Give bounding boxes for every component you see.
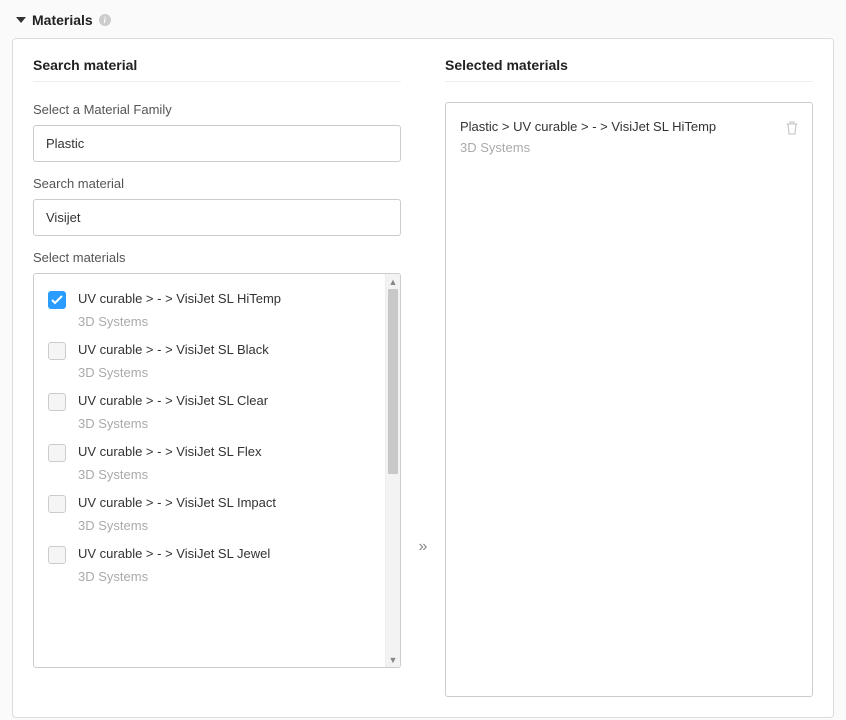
section-title: Materials [32,12,93,28]
material-vendor: 3D Systems [78,467,262,482]
list-item-text: UV curable > - > VisiJet SL Impact 3D Sys… [78,494,276,533]
search-column: Search material Select a Material Family… [33,57,401,697]
materials-listbox: UV curable > - > VisiJet SL HiTemp 3D Sys… [33,273,401,668]
checkbox[interactable] [48,393,66,411]
list-item-text: UV curable > - > VisiJet SL Flex 3D Syste… [78,443,262,482]
materials-panel: Search material Select a Material Family… [12,38,834,718]
scroll-up-icon[interactable]: ▲ [386,274,400,289]
family-label: Select a Material Family [33,102,401,117]
list-item[interactable]: UV curable > - > VisiJet SL Clear 3D Syst… [34,382,385,433]
checkbox[interactable] [48,444,66,462]
material-vendor: 3D Systems [78,416,268,431]
list-item-text: UV curable > - > VisiJet SL Clear 3D Syst… [78,392,268,431]
material-name: UV curable > - > VisiJet SL Clear [78,392,268,410]
list-item[interactable]: UV curable > - > VisiJet SL Flex 3D Syste… [34,433,385,484]
selected-material-name: Plastic > UV curable > - > VisiJet SL Hi… [460,119,716,134]
trash-icon[interactable] [786,121,798,138]
selected-listbox: Plastic > UV curable > - > VisiJet SL Hi… [445,102,813,697]
checkbox[interactable] [48,546,66,564]
material-vendor: 3D Systems [78,518,276,533]
checkbox[interactable] [48,342,66,360]
material-name: UV curable > - > VisiJet SL Jewel [78,545,270,563]
material-name: UV curable > - > VisiJet SL Impact [78,494,276,512]
search-input[interactable] [33,199,401,236]
section-header[interactable]: Materials i [0,0,846,38]
search-label: Search material [33,176,401,191]
list-item[interactable]: UV curable > - > VisiJet SL Impact 3D Sys… [34,484,385,535]
material-name: UV curable > - > VisiJet SL Black [78,341,269,359]
list-item-text: UV curable > - > VisiJet SL Jewel 3D Syst… [78,545,270,584]
material-vendor: 3D Systems [78,569,270,584]
list-item-text: UV curable > - > VisiJet SL Black 3D Syst… [78,341,269,380]
scrollbar[interactable]: ▲ ▼ [385,274,400,667]
material-vendor: 3D Systems [78,365,269,380]
info-icon[interactable]: i [99,14,111,26]
caret-down-icon [16,17,26,23]
selected-item: Plastic > UV curable > - > VisiJet SL Hi… [446,111,812,159]
list-item[interactable]: UV curable > - > VisiJet SL Black 3D Syst… [34,331,385,382]
family-select[interactable] [33,125,401,162]
selected-material-vendor: 3D Systems [460,140,716,155]
transfer-arrow-icon: » [413,57,433,697]
scroll-thumb[interactable] [388,289,398,474]
select-materials-label: Select materials [33,250,401,265]
material-name: UV curable > - > VisiJet SL HiTemp [78,290,281,308]
list-item[interactable]: UV curable > - > VisiJet SL HiTemp 3D Sys… [34,280,385,331]
selected-title: Selected materials [445,57,813,82]
scroll-down-icon[interactable]: ▼ [386,652,400,667]
material-name: UV curable > - > VisiJet SL Flex [78,443,262,461]
list-item-text: UV curable > - > VisiJet SL HiTemp 3D Sys… [78,290,281,329]
checkbox[interactable] [48,495,66,513]
list-item[interactable]: UV curable > - > VisiJet SL Jewel 3D Syst… [34,535,385,586]
checkbox[interactable] [48,291,66,309]
selected-column: Selected materials Plastic > UV curable … [445,57,813,697]
material-vendor: 3D Systems [78,314,281,329]
search-title: Search material [33,57,401,82]
